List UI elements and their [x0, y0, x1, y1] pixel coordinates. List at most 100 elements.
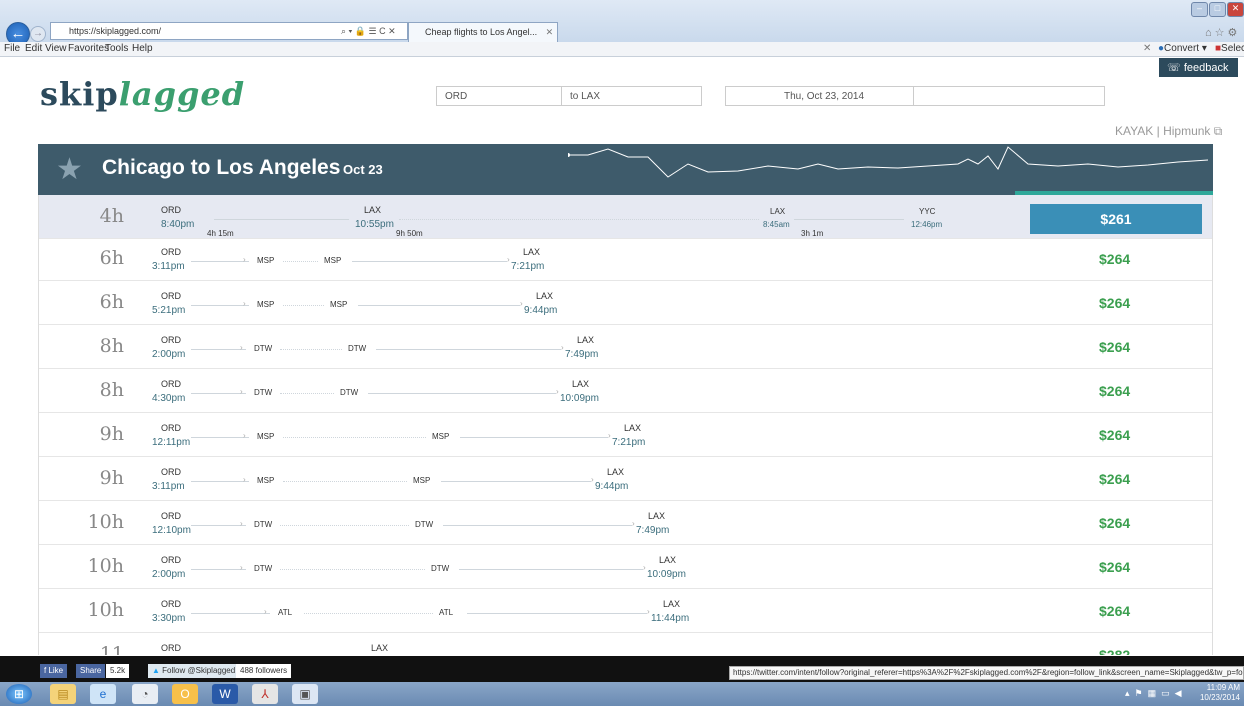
- route-line: [191, 349, 246, 350]
- arrow-icon: ›: [608, 431, 611, 440]
- tab-close-icon[interactable]: ✕: [546, 27, 554, 37]
- flight-price[interactable]: $264: [1099, 339, 1130, 355]
- flight-row[interactable]: 10h ORD 2:00pm › DTW DTW › LAX 10:09pm $264: [39, 545, 1212, 589]
- arrive-time: 10:09pm: [647, 569, 686, 580]
- arrive-time: 7:21pm: [612, 437, 646, 448]
- minimize-button[interactable]: –: [1191, 2, 1208, 17]
- explorer-icon[interactable]: ▤: [50, 684, 76, 704]
- outlook-icon[interactable]: O: [172, 684, 198, 704]
- layover-line: [283, 261, 318, 262]
- flight-price[interactable]: $264: [1099, 471, 1130, 487]
- twitter-follow-button[interactable]: ▲ Follow @Skiplagged: [148, 664, 240, 678]
- remote-desktop-icon[interactable]: ▣: [292, 684, 318, 704]
- address-bar[interactable]: https://skiplagged.com/ ⌕ ▾ 🔒 ☰ C ✕: [50, 22, 408, 40]
- flight-row[interactable]: 8h ORD 4:30pm › DTW DTW › LAX 10:09pm $264: [39, 369, 1212, 413]
- arrive-time: 10:55pm: [355, 219, 394, 230]
- results-header: ★ Chicago to Los Angeles Oct 23: [38, 144, 1213, 195]
- arrive-airport: LAX: [577, 335, 595, 345]
- route-line: [441, 481, 591, 482]
- flight-row[interactable]: 6h ORD 3:11pm › MSP MSP › LAX 7:21pm $264: [39, 237, 1212, 281]
- flight-row[interactable]: 10h ORD 12:10pm › DTW DTW › LAX 7:49pm $264: [39, 501, 1212, 545]
- arrow-icon: ›: [240, 343, 243, 352]
- route-line: [191, 393, 246, 394]
- facebook-like-button[interactable]: f Like: [40, 664, 68, 678]
- flight-duration: 6h: [99, 247, 124, 269]
- menu-view[interactable]: View: [45, 43, 67, 54]
- depart-time: 12:10pm: [152, 525, 191, 536]
- tab-active[interactable]: Cheap flights to Los Angel... ✕: [408, 22, 558, 42]
- stop-airport: DTW: [348, 344, 367, 353]
- convert-button[interactable]: ●Convert ▾: [1158, 43, 1207, 54]
- flight-duration: 6h: [99, 291, 124, 313]
- menu-help[interactable]: Help: [132, 43, 153, 54]
- word-icon[interactable]: W: [212, 684, 238, 704]
- arrow-icon: ›: [520, 299, 523, 308]
- pdf-reader-icon[interactable]: ⅄: [252, 684, 278, 704]
- date-input[interactable]: Thu, Oct 23, 2014: [725, 86, 1105, 106]
- system-clock[interactable]: 11:09 AM 10/23/2014: [1195, 683, 1240, 703]
- arrow-icon: ›: [643, 563, 646, 572]
- flight-row[interactable]: 8h ORD 2:00pm › DTW DTW › LAX 7:49pm $264: [39, 325, 1212, 369]
- arrive-time: 7:21pm: [511, 261, 545, 272]
- facebook-share-button[interactable]: Share: [76, 664, 106, 678]
- flight-price[interactable]: $264: [1099, 427, 1130, 443]
- depart-airport: ORD: [161, 467, 181, 477]
- flight-row[interactable]: 4h ORD 8:40pm 4h 15m LAX 10:55pm 9h 50m …: [39, 195, 1212, 239]
- flight-price[interactable]: $264: [1099, 251, 1130, 267]
- flight-price[interactable]: $282: [1099, 647, 1130, 655]
- flight-duration: 4h: [99, 205, 124, 227]
- hipmunk-link[interactable]: Hipmunk: [1163, 124, 1210, 138]
- flight-price[interactable]: $264: [1099, 559, 1130, 575]
- layover-line: [280, 525, 409, 526]
- close-button[interactable]: ✕: [1227, 2, 1244, 17]
- stop-airport: MSP: [324, 256, 342, 265]
- menu-tools[interactable]: Tools: [105, 43, 128, 54]
- arrow-icon: ›: [556, 387, 559, 396]
- feedback-button[interactable]: ☏ feedback: [1159, 58, 1238, 77]
- kayak-link[interactable]: KAYAK: [1115, 124, 1153, 138]
- price-button[interactable]: $261: [1030, 204, 1202, 234]
- stop-airport: DTW: [431, 564, 450, 573]
- depart-airport: ORD: [161, 423, 181, 433]
- flight-row[interactable]: 11 ORD LAX $282: [39, 633, 1212, 655]
- flight-price[interactable]: $264: [1099, 515, 1130, 531]
- select-button[interactable]: ■Selec: [1215, 43, 1244, 54]
- arrive-airport: LAX: [624, 423, 642, 433]
- favorite-star-icon[interactable]: ★: [56, 152, 83, 187]
- toolbar-close-icon[interactable]: ✕: [1143, 43, 1151, 54]
- from-input[interactable]: ORD: [436, 86, 562, 106]
- stop-airport: MSP: [330, 300, 348, 309]
- flight-row[interactable]: 6h ORD 5:21pm › MSP MSP › LAX 9:44pm $264: [39, 281, 1212, 325]
- depart-airport: ORD: [161, 205, 181, 215]
- layover-line: [280, 393, 334, 394]
- arrive-airport: LAX: [371, 643, 389, 653]
- flight-row[interactable]: 9h ORD 12:11pm › MSP MSP › LAX 7:21pm $264: [39, 413, 1212, 457]
- arrive-airport: LAX: [536, 291, 554, 301]
- depart-airport: ORD: [161, 335, 181, 345]
- menu-favorites[interactable]: Favorites: [68, 43, 109, 54]
- depart-airport: ORD: [161, 555, 181, 565]
- flight-row[interactable]: 9h ORD 3:11pm › MSP MSP › LAX 9:44pm $264: [39, 457, 1212, 501]
- depart-time: 2:00pm: [152, 349, 186, 360]
- site-logo[interactable]: skiplagged: [40, 75, 245, 113]
- maximize-button[interactable]: □: [1209, 2, 1226, 17]
- external-link-icon: ⧉: [1213, 124, 1223, 138]
- flight-price[interactable]: $264: [1099, 295, 1130, 311]
- menu-file[interactable]: File: [4, 43, 20, 54]
- flight-row[interactable]: 10h ORD 3:30pm › ATL ATL › LAX 11:44pm $264: [39, 589, 1212, 633]
- menu-edit[interactable]: Edit: [25, 43, 42, 54]
- route-line: [191, 525, 246, 526]
- flight-price[interactable]: $264: [1099, 603, 1130, 619]
- arrive-airport: LAX: [607, 467, 625, 477]
- system-tray-icons: ▴⚑▦▭◀: [1125, 688, 1187, 698]
- browser-chrome: – □ ✕ ← → https://skiplagged.com/ ⌕ ▾ 🔒 ☰ …: [0, 0, 1244, 46]
- to-input[interactable]: to LAX: [561, 86, 702, 106]
- alarm-clock-icon[interactable]: ◔: [132, 684, 158, 704]
- flight-price[interactable]: $264: [1099, 383, 1130, 399]
- stop-airport: MSP: [257, 432, 275, 441]
- internet-explorer-icon[interactable]: e: [90, 684, 116, 704]
- route-line: [459, 569, 643, 570]
- forward-button[interactable]: →: [30, 26, 46, 42]
- start-button[interactable]: ⊞: [6, 684, 32, 704]
- arrow-icon: ›: [647, 607, 650, 616]
